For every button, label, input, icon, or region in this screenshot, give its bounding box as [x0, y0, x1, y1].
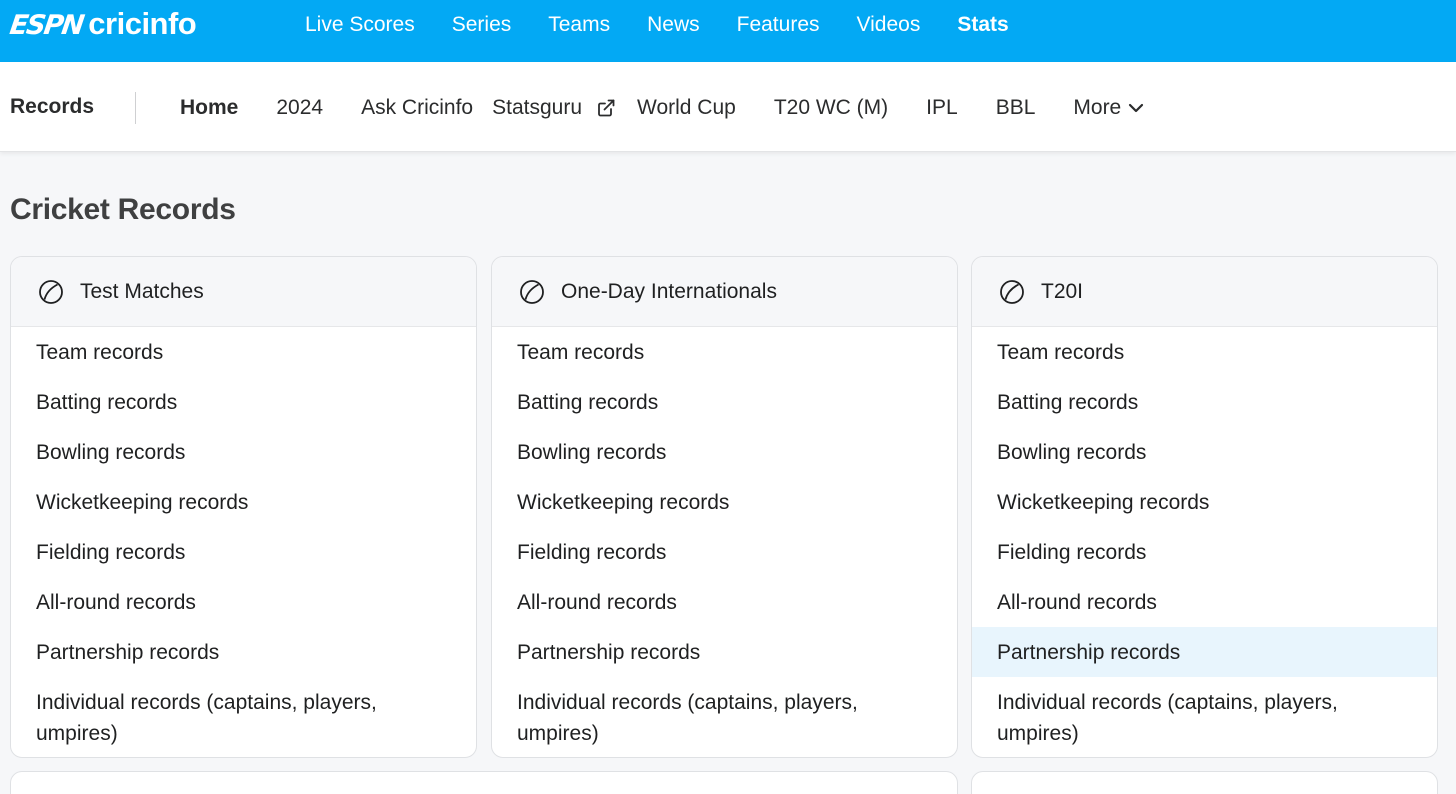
link-wicketkeeping-records[interactable]: Wicketkeeping records — [11, 477, 476, 527]
link-all-round-records[interactable]: All-round records — [972, 577, 1437, 627]
nav-series[interactable]: Series — [452, 13, 512, 37]
cricket-ball-icon — [39, 279, 63, 304]
link-batting-records[interactable]: Batting records — [11, 377, 476, 427]
nav-videos[interactable]: Videos — [857, 13, 921, 37]
card-header: T20I — [972, 257, 1437, 327]
nav-teams[interactable]: Teams — [548, 13, 610, 37]
card-header: One-Day Internationals — [492, 257, 957, 327]
records-subnav: Home 2024 Ask Cricinfo Statsguru World C… — [180, 92, 1145, 124]
card-t20i: T20I Team records Batting records Bowlin… — [971, 256, 1438, 758]
subnav-more[interactable]: More — [1073, 96, 1145, 120]
link-partnership-records[interactable]: Partnership records — [972, 627, 1437, 677]
card-title: Test Matches — [80, 279, 204, 303]
nav-live-scores[interactable]: Live Scores — [305, 13, 415, 37]
logo-espn-text: ESPN — [7, 10, 85, 41]
link-partnership-records[interactable]: Partnership records — [11, 627, 476, 677]
link-batting-records[interactable]: Batting records — [972, 377, 1437, 427]
external-link-icon — [598, 99, 615, 117]
link-individual-records[interactable]: Individual records (captains, players, u… — [972, 677, 1437, 757]
link-fielding-records[interactable]: Fielding records — [11, 527, 476, 577]
next-card-partial — [971, 771, 1438, 794]
nav-stats[interactable]: Stats — [957, 13, 1008, 37]
link-fielding-records[interactable]: Fielding records — [972, 527, 1437, 577]
subnav-statsguru[interactable]: Statsguru — [492, 96, 616, 120]
link-batting-records[interactable]: Batting records — [492, 377, 957, 427]
nav-news[interactable]: News — [647, 13, 700, 37]
card-header: Test Matches — [11, 257, 476, 327]
main-nav: Live Scores Series Teams News Features V… — [305, 0, 1046, 50]
link-wicketkeeping-records[interactable]: Wicketkeeping records — [972, 477, 1437, 527]
card-test-matches: Test Matches Team records Batting record… — [10, 256, 477, 758]
link-bowling-records[interactable]: Bowling records — [11, 427, 476, 477]
section-title[interactable]: Records — [10, 95, 94, 119]
link-all-round-records[interactable]: All-round records — [11, 577, 476, 627]
link-bowling-records[interactable]: Bowling records — [972, 427, 1437, 477]
records-list: Team records Batting records Bowling rec… — [492, 327, 957, 757]
subnav-ipl[interactable]: IPL — [926, 96, 958, 120]
cricket-ball-icon — [520, 279, 544, 304]
card-title: T20I — [1041, 279, 1084, 303]
link-individual-records[interactable]: Individual records (captains, players, u… — [492, 677, 957, 757]
subnav-statsguru-label: Statsguru — [492, 96, 582, 119]
link-team-records[interactable]: Team records — [972, 327, 1437, 377]
link-team-records[interactable]: Team records — [492, 327, 957, 377]
link-partnership-records[interactable]: Partnership records — [492, 627, 957, 677]
nav-features[interactable]: Features — [737, 13, 820, 37]
link-bowling-records[interactable]: Bowling records — [492, 427, 957, 477]
link-team-records[interactable]: Team records — [11, 327, 476, 377]
subnav-ask-cricinfo[interactable]: Ask Cricinfo — [361, 96, 473, 120]
subnav-home[interactable]: Home — [180, 96, 238, 120]
link-all-round-records[interactable]: All-round records — [492, 577, 957, 627]
subnav-t20-wc[interactable]: T20 WC (M) — [774, 96, 888, 120]
link-individual-records[interactable]: Individual records (captains, players, u… — [11, 677, 476, 757]
card-title: One-Day Internationals — [561, 279, 777, 303]
link-wicketkeeping-records[interactable]: Wicketkeeping records — [492, 477, 957, 527]
cricket-ball-icon — [1000, 279, 1024, 304]
records-list: Team records Batting records Bowling rec… — [972, 327, 1437, 757]
chevron-down-icon — [1129, 103, 1144, 113]
logo-cricinfo-text: cricinfo — [88, 6, 197, 41]
subnav-more-label: More — [1073, 96, 1122, 119]
subnav-divider — [135, 92, 136, 124]
records-subnav-bar: Records Home 2024 Ask Cricinfo Statsguru… — [0, 62, 1456, 152]
espncricinfo-logo[interactable]: ESPN cricinfo — [7, 6, 197, 46]
subnav-world-cup[interactable]: World Cup — [637, 96, 736, 120]
top-navbar: ESPN cricinfo Live Scores Series Teams N… — [0, 0, 1456, 62]
next-card-partial — [10, 771, 958, 794]
card-odi: One-Day Internationals Team records Batt… — [491, 256, 958, 758]
page-title: Cricket Records — [10, 193, 236, 226]
link-fielding-records[interactable]: Fielding records — [492, 527, 957, 577]
subnav-2024[interactable]: 2024 — [276, 96, 323, 120]
subnav-bbl[interactable]: BBL — [996, 96, 1036, 120]
records-list: Team records Batting records Bowling rec… — [11, 327, 476, 757]
